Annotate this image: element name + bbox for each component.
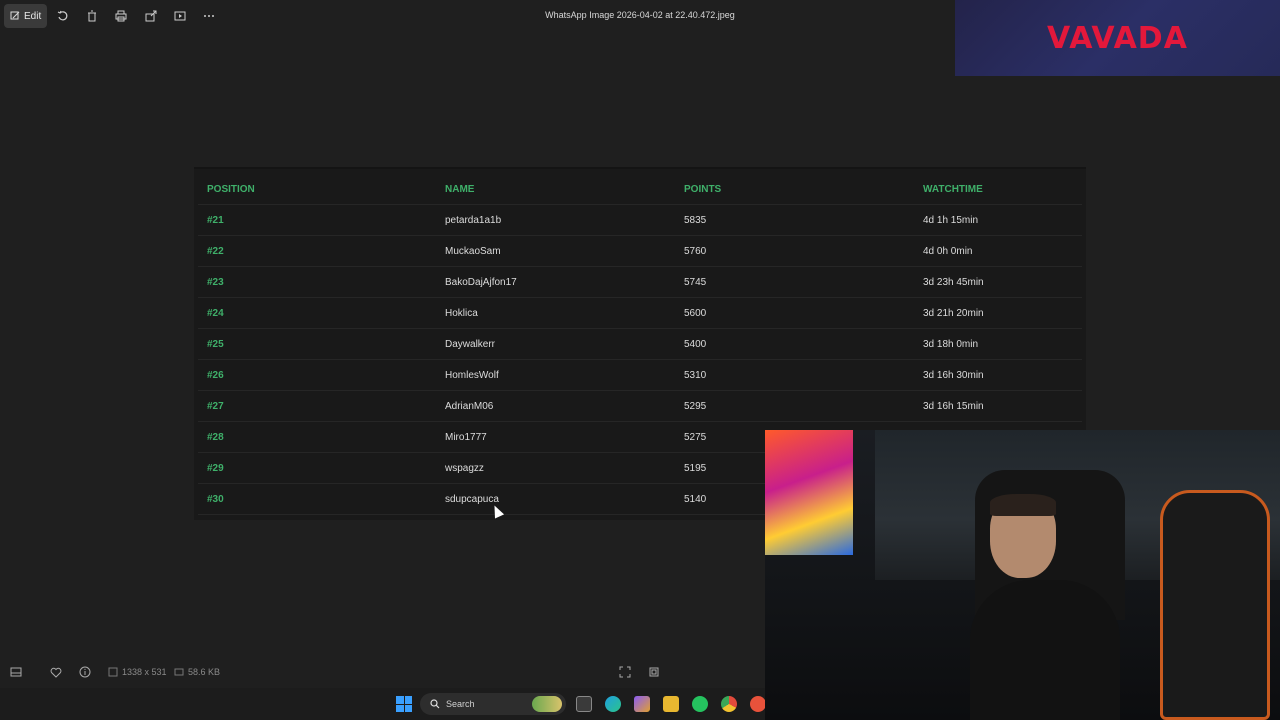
row-points: 5140 bbox=[684, 494, 707, 505]
table-row: #23 BakoDajAjfon17 5745 3d 23h 45min bbox=[198, 268, 1082, 298]
file-size: 58.6 KB bbox=[174, 664, 220, 680]
row-name: wspagzz bbox=[445, 463, 484, 474]
row-position: #28 bbox=[207, 432, 224, 443]
row-points: 5835 bbox=[684, 215, 707, 226]
gaming-chair bbox=[1160, 490, 1270, 720]
column-header-position: POSITION bbox=[207, 184, 255, 195]
search-label: Search bbox=[446, 699, 475, 709]
more-options-icon[interactable] bbox=[198, 4, 220, 28]
edit-button[interactable]: Edit bbox=[4, 4, 47, 28]
column-header-watchtime: WATCHTIME bbox=[923, 184, 983, 195]
row-points: 5195 bbox=[684, 463, 707, 474]
row-points: 5275 bbox=[684, 432, 707, 443]
row-points: 5400 bbox=[684, 339, 707, 350]
chrome-icon[interactable] bbox=[721, 696, 737, 712]
delete-icon[interactable] bbox=[81, 4, 103, 28]
webcam-overlay bbox=[765, 430, 1280, 720]
actual-size-icon[interactable] bbox=[648, 664, 660, 680]
row-points: 5760 bbox=[684, 246, 707, 257]
storage-icon bbox=[174, 668, 184, 676]
table-row: #25 Daywalkerr 5400 3d 18h 0min bbox=[198, 330, 1082, 360]
row-points: 5600 bbox=[684, 308, 707, 319]
image-dimensions: 1338 x 531 bbox=[108, 664, 167, 680]
row-watchtime: 3d 23h 45min bbox=[923, 277, 984, 288]
row-name: Miro1777 bbox=[445, 432, 487, 443]
rotate-icon[interactable] bbox=[52, 4, 74, 28]
copilot-icon[interactable] bbox=[634, 696, 650, 712]
search-highlight-icon bbox=[532, 696, 562, 712]
file-explorer-icon[interactable] bbox=[663, 696, 679, 712]
row-name: MuckaoSam bbox=[445, 246, 501, 257]
task-view-icon[interactable] bbox=[576, 696, 592, 712]
share-icon[interactable] bbox=[140, 4, 162, 28]
print-icon[interactable] bbox=[110, 4, 132, 28]
brand-logo: VAVADA bbox=[1047, 20, 1188, 56]
whatsapp-icon[interactable] bbox=[692, 696, 708, 712]
row-points: 5295 bbox=[684, 401, 707, 412]
row-position: #21 bbox=[207, 215, 224, 226]
row-watchtime: 3d 21h 20min bbox=[923, 308, 984, 319]
row-watchtime: 4d 1h 15min bbox=[923, 215, 979, 226]
favorite-icon[interactable] bbox=[50, 664, 62, 680]
row-position: #25 bbox=[207, 339, 224, 350]
search-icon bbox=[430, 699, 440, 709]
filmstrip-icon[interactable] bbox=[10, 664, 22, 680]
row-position: #27 bbox=[207, 401, 224, 412]
edit-label: Edit bbox=[24, 10, 42, 22]
row-watchtime: 3d 16h 30min bbox=[923, 370, 984, 381]
edge-browser-icon[interactable] bbox=[605, 696, 621, 712]
file-title: WhatsApp Image 2026-04-02 at 22.40.472.j… bbox=[545, 10, 735, 20]
row-name: Hoklica bbox=[445, 308, 478, 319]
row-position: #30 bbox=[207, 494, 224, 505]
fit-to-window-icon[interactable] bbox=[619, 664, 631, 680]
row-position: #23 bbox=[207, 277, 224, 288]
row-watchtime: 3d 18h 0min bbox=[923, 339, 979, 350]
row-name: AdrianM06 bbox=[445, 401, 494, 412]
edit-icon bbox=[10, 11, 20, 20]
row-name: petarda1a1b bbox=[445, 215, 502, 226]
file-size-text: 58.6 KB bbox=[188, 667, 221, 677]
row-position: #26 bbox=[207, 370, 224, 381]
row-watchtime: 4d 0h 0min bbox=[923, 246, 973, 257]
row-watchtime: 3d 16h 15min bbox=[923, 401, 984, 412]
taskbar: Search bbox=[0, 688, 766, 720]
status-bar: 1338 x 531 58.6 KB bbox=[0, 660, 765, 684]
row-position: #22 bbox=[207, 246, 224, 257]
table-header: POSITION NAME POINTS WATCHTIME bbox=[198, 175, 1082, 205]
row-name: Daywalkerr bbox=[445, 339, 496, 350]
windows-start-icon[interactable] bbox=[396, 696, 412, 712]
column-header-name: NAME bbox=[445, 184, 475, 195]
dimensions-icon bbox=[108, 667, 118, 677]
column-header-points: POINTS bbox=[684, 184, 722, 195]
table-row: #26 HomlesWolf 5310 3d 16h 30min bbox=[198, 361, 1082, 391]
row-position: #24 bbox=[207, 308, 224, 319]
tv-screen bbox=[765, 430, 853, 555]
table-row: #27 AdrianM06 5295 3d 16h 15min bbox=[198, 392, 1082, 422]
dimensions-text: 1338 x 531 bbox=[122, 667, 167, 677]
app-icon[interactable] bbox=[750, 696, 766, 712]
info-icon[interactable] bbox=[79, 664, 91, 680]
brand-banner: VAVADA bbox=[955, 0, 1280, 76]
streamer-torso bbox=[970, 580, 1120, 720]
taskbar-search[interactable]: Search bbox=[420, 693, 566, 715]
table-row: #22 MuckaoSam 5760 4d 0h 0min bbox=[198, 237, 1082, 267]
table-row: #24 Hoklica 5600 3d 21h 20min bbox=[198, 299, 1082, 329]
row-position: #29 bbox=[207, 463, 224, 474]
row-name: HomlesWolf bbox=[445, 370, 499, 381]
streamer bbox=[970, 490, 1130, 720]
row-points: 5745 bbox=[684, 277, 707, 288]
streamer-hair bbox=[990, 494, 1056, 516]
row-name: BakoDajAjfon17 bbox=[445, 277, 517, 288]
row-points: 5310 bbox=[684, 370, 707, 381]
slideshow-icon[interactable] bbox=[169, 4, 191, 28]
table-row: #21 petarda1a1b 5835 4d 1h 15min bbox=[198, 206, 1082, 236]
